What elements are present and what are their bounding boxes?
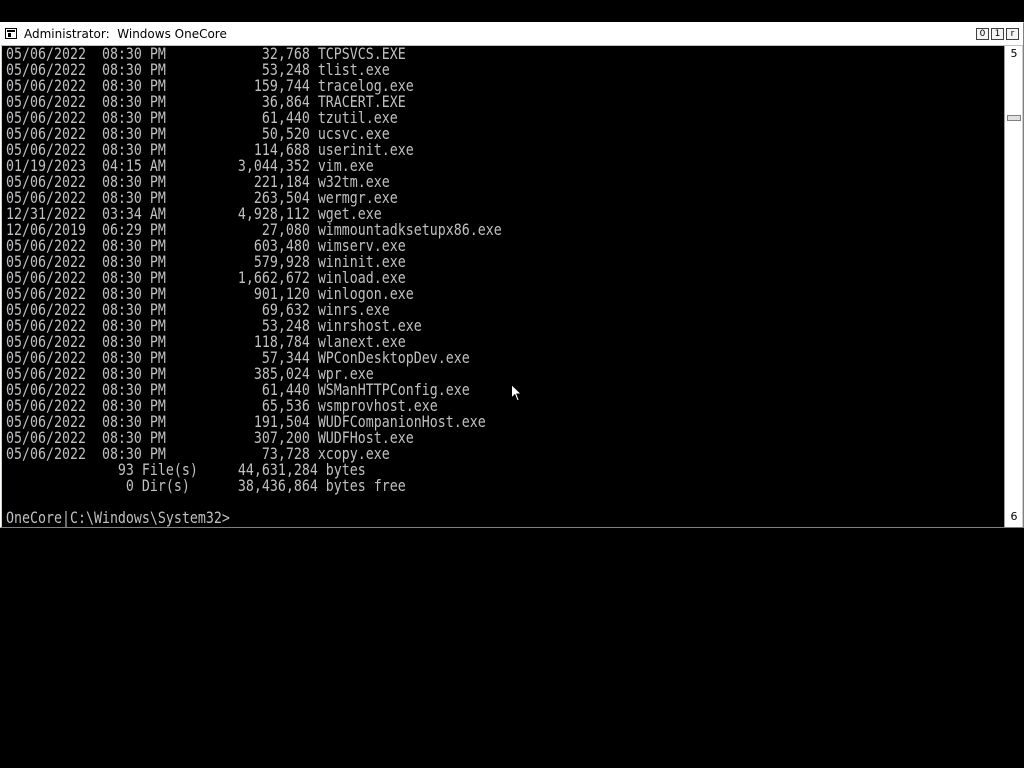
title-bar[interactable]: Administrator: Windows OneCore 0 1 r (1, 23, 1023, 46)
scroll-down-indicator[interactable]: 6 (1007, 510, 1021, 523)
console-window: Administrator: Windows OneCore 0 1 r 05/… (0, 22, 1024, 528)
minimize-button[interactable]: 0 (976, 28, 989, 40)
mouse-cursor-icon (511, 384, 523, 402)
scroll-up-indicator[interactable]: 5 (1007, 47, 1021, 60)
window-title: Administrator: Windows OneCore (24, 27, 227, 41)
scrollbar-thumb[interactable] (1007, 115, 1021, 121)
console-text: 05/06/2022 08:30 PM 32,768 TCPSVCS.EXE 05… (6, 46, 502, 526)
console-output[interactable]: 05/06/2022 08:30 PM 32,768 TCPSVCS.EXE 05… (2, 46, 1004, 527)
dir-count-summary: 0 Dir(s) 38,436,864 bytes free (6, 476, 406, 495)
vertical-scrollbar[interactable]: 5 6 (1004, 46, 1022, 527)
window-controls: 0 1 r (976, 28, 1019, 40)
command-prompt: OneCore|C:\Windows\System32> (6, 508, 230, 527)
maximize-button[interactable]: 1 (991, 28, 1004, 40)
close-button[interactable]: r (1006, 28, 1019, 40)
system-menu-icon[interactable] (5, 28, 17, 39)
